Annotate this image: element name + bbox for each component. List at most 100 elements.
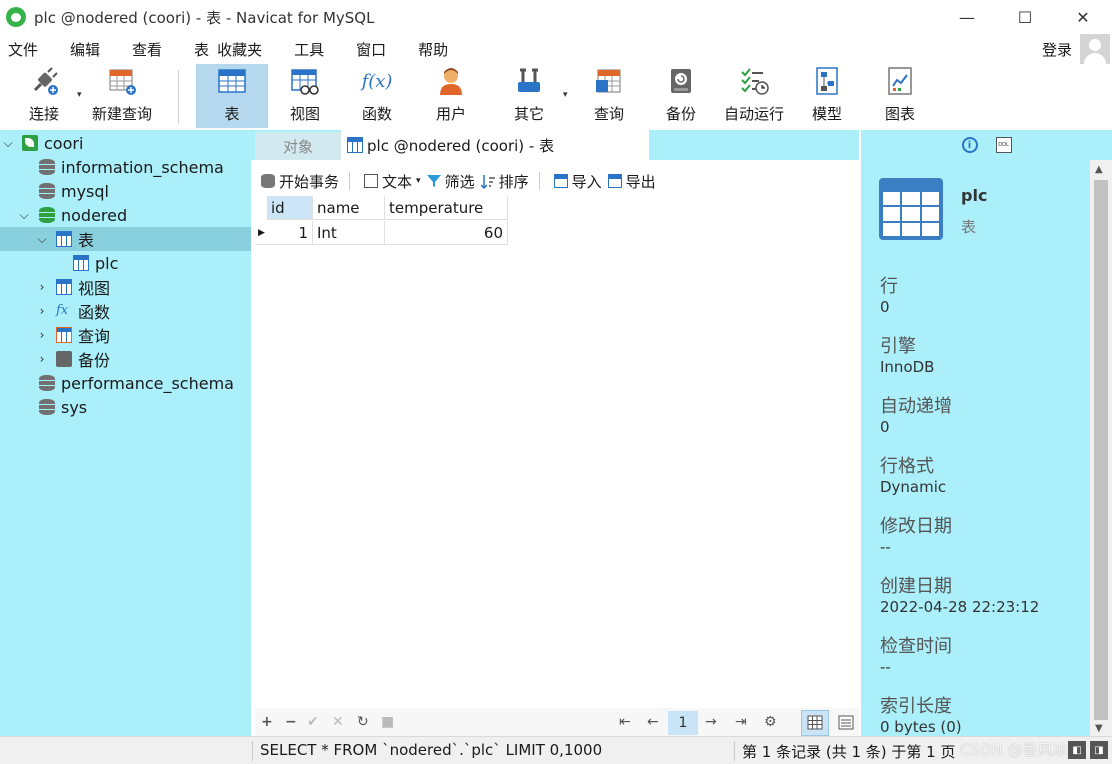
other-button[interactable]: 其它 bbox=[496, 64, 562, 128]
menu-tools[interactable]: 工具 bbox=[286, 39, 324, 60]
connect-dropdown-icon[interactable]: ▾ bbox=[77, 90, 82, 100]
tree-folder-tables[interactable]: ⌵ 表 bbox=[0, 227, 251, 251]
text-button[interactable]: 文本 ▾ bbox=[364, 171, 421, 192]
menu-file[interactable]: 文件 bbox=[0, 39, 38, 60]
next-page-button[interactable]: → bbox=[705, 714, 717, 730]
scrollbar-thumb[interactable] bbox=[1094, 180, 1108, 720]
row-indicator-icon: ▶ bbox=[255, 221, 267, 245]
chevron-right-icon[interactable]: › bbox=[36, 304, 48, 318]
chart-button[interactable]: 图表 bbox=[868, 64, 932, 128]
model-button[interactable]: 模型 bbox=[796, 64, 858, 128]
last-page-button[interactable]: ⇥ bbox=[735, 714, 747, 730]
tree-connection-coori[interactable]: ⌵ coori bbox=[0, 131, 251, 155]
connect-button[interactable]: 连接 bbox=[14, 64, 74, 128]
scroll-up-icon[interactable]: ▲ bbox=[1095, 164, 1103, 175]
automation-button[interactable]: 自动运行 bbox=[720, 64, 788, 128]
table-button[interactable]: 表 bbox=[196, 64, 268, 128]
toolbar-separator bbox=[538, 172, 540, 190]
user-button[interactable]: 用户 bbox=[418, 64, 484, 128]
previous-page-button[interactable]: ← bbox=[647, 714, 659, 730]
grid-view-button[interactable] bbox=[801, 710, 829, 736]
page-number-input[interactable]: 1 bbox=[668, 711, 698, 735]
avatar[interactable] bbox=[1080, 34, 1110, 64]
column-header-id[interactable]: id bbox=[267, 196, 313, 220]
export-button[interactable]: 导出 bbox=[607, 171, 656, 192]
chevron-down-icon[interactable]: ⌵ bbox=[36, 232, 48, 247]
tree-db-sys[interactable]: sys bbox=[0, 395, 251, 419]
column-header-name[interactable]: name bbox=[313, 196, 385, 220]
tree-item-label: 表 bbox=[78, 231, 95, 250]
status-separator bbox=[734, 741, 735, 761]
window-controls: — ☐ ✕ bbox=[938, 0, 1112, 34]
tab-plc-table[interactable]: plc @nodered (coori) - 表 bbox=[341, 130, 649, 160]
backup-button[interactable]: 备份 bbox=[648, 64, 714, 128]
menu-view[interactable]: 查看 bbox=[124, 39, 162, 60]
view-button[interactable]: 视图 bbox=[272, 64, 338, 128]
tree-table-plc[interactable]: plc bbox=[0, 251, 251, 275]
delete-record-button[interactable]: − bbox=[285, 714, 297, 730]
cell-temperature[interactable]: 60 bbox=[385, 221, 508, 245]
apply-changes-button[interactable]: ✔ bbox=[307, 714, 319, 730]
status-separator bbox=[252, 741, 253, 761]
scroll-down-icon[interactable]: ▼ bbox=[1095, 723, 1103, 734]
tree-db-nodered[interactable]: ⌵ nodered bbox=[0, 203, 251, 227]
table-label: 表 bbox=[224, 105, 240, 123]
ddl-icon[interactable]: DDL bbox=[995, 137, 1012, 153]
chevron-down-icon[interactable]: ⌵ bbox=[18, 208, 30, 223]
column-header-temperature[interactable]: temperature bbox=[385, 196, 508, 220]
backup-label: 备份 bbox=[665, 105, 696, 123]
cell-name[interactable]: Int bbox=[313, 221, 385, 245]
tree-db-performance-schema[interactable]: performance_schema bbox=[0, 371, 251, 395]
query-button[interactable]: 查询 bbox=[576, 64, 642, 128]
info-icon[interactable]: i bbox=[961, 137, 978, 153]
form-view-button[interactable] bbox=[833, 710, 859, 736]
chevron-right-icon[interactable]: › bbox=[36, 328, 48, 342]
login-link[interactable]: 登录 bbox=[1042, 39, 1072, 60]
tree-db-information-schema[interactable]: information_schema bbox=[0, 155, 251, 179]
import-button[interactable]: 导入 bbox=[553, 171, 602, 192]
status-bar: SELECT * FROM `nodered`.`plc` LIMIT 0,10… bbox=[0, 736, 1112, 764]
tree-folder-backups[interactable]: › 备份 bbox=[0, 347, 251, 371]
tree-db-mysql[interactable]: mysql bbox=[0, 179, 251, 203]
menu-table[interactable]: 表 bbox=[186, 39, 209, 60]
property-label-engine: 引擎 bbox=[880, 336, 916, 357]
filter-button[interactable]: 筛选 bbox=[426, 171, 475, 192]
close-button[interactable]: ✕ bbox=[1054, 0, 1112, 34]
stop-button[interactable]: ■ bbox=[381, 714, 394, 730]
chevron-right-icon[interactable]: › bbox=[36, 352, 48, 366]
other-dropdown-icon[interactable]: ▾ bbox=[563, 90, 568, 100]
add-record-button[interactable]: + bbox=[261, 714, 273, 730]
menu-window[interactable]: 窗口 bbox=[348, 39, 386, 60]
chevron-right-icon[interactable]: › bbox=[36, 280, 48, 294]
menu-favorites[interactable]: 收藏夹 bbox=[217, 39, 262, 60]
sort-button[interactable]: 排序 bbox=[480, 171, 529, 192]
layout-toggle-icon[interactable]: ◧ bbox=[1068, 741, 1086, 759]
chevron-down-icon[interactable]: ⌵ bbox=[2, 136, 14, 151]
maximize-button[interactable]: ☐ bbox=[996, 0, 1054, 34]
function-button[interactable]: f(x) 函数 bbox=[344, 64, 410, 128]
document-icon bbox=[364, 174, 379, 188]
tree-folder-queries[interactable]: › 查询 bbox=[0, 323, 251, 347]
first-page-button[interactable]: ⇤ bbox=[619, 714, 631, 730]
info-scrollbar[interactable]: ▲ ▼ bbox=[1090, 160, 1112, 736]
menu-help[interactable]: 帮助 bbox=[410, 39, 448, 60]
tree-folder-functions[interactable]: › fx 函数 bbox=[0, 299, 251, 323]
discard-changes-button[interactable]: ✕ bbox=[332, 714, 344, 730]
property-value-index-length: 0 bytes (0) bbox=[880, 718, 962, 736]
tab-objects[interactable]: 对象 bbox=[255, 132, 341, 160]
gear-icon[interactable]: ⚙ bbox=[764, 714, 777, 730]
window-title: plc @nodered (coori) - 表 - Navicat for M… bbox=[34, 8, 375, 27]
form-view-icon bbox=[838, 715, 854, 730]
menu-edit[interactable]: 编辑 bbox=[62, 39, 100, 60]
cell-id[interactable]: 1 bbox=[267, 221, 313, 245]
minimize-button[interactable]: — bbox=[938, 0, 996, 34]
tree-item-label: 查询 bbox=[78, 327, 111, 346]
panel-toggle-icon[interactable]: ◨ bbox=[1090, 741, 1108, 759]
refresh-button[interactable]: ↻ bbox=[357, 714, 369, 730]
chevron-down-icon[interactable]: ▾ bbox=[416, 176, 421, 186]
tree-item-label: coori bbox=[44, 133, 84, 153]
database-icon bbox=[39, 399, 55, 415]
tree-folder-views[interactable]: › 视图 bbox=[0, 275, 251, 299]
new-query-button[interactable]: 新建查询 bbox=[88, 64, 156, 128]
begin-transaction-button[interactable]: 开始事务 bbox=[261, 171, 339, 192]
